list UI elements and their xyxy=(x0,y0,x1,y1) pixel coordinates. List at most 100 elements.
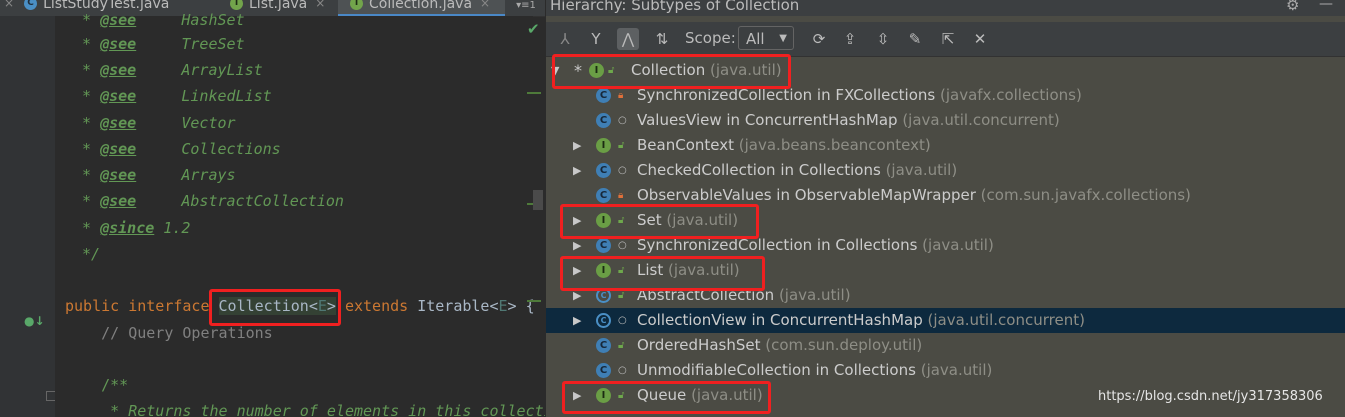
implemented-by-icon[interactable]: ●↓ xyxy=(24,314,45,328)
class-icon: C xyxy=(596,338,611,353)
code-editor[interactable]: × C ListStudyTest.java I List.java × I C… xyxy=(0,0,545,417)
tree-node-collection[interactable]: ▼ * I 🔓︎ Collection (java.util) xyxy=(546,58,1345,83)
code-line: */ xyxy=(73,245,101,263)
code-line: * @see Arrays xyxy=(73,166,236,184)
comment-line: // Query Operations xyxy=(65,324,273,342)
hierarchy-tree[interactable]: ▼ * I 🔓︎ Collection (java.util) C 🔒︎ Synch… xyxy=(546,58,1345,417)
refresh-icon[interactable]: ⟳ xyxy=(808,28,830,50)
package-private-icon: ○ xyxy=(618,240,627,251)
node-package: (javafx.collections) xyxy=(939,86,1082,104)
tree-node[interactable]: C ○ UnmodifiableCollection in Collections … xyxy=(546,358,1345,383)
class-hierarchy-icon[interactable]: ⋀ xyxy=(617,28,639,50)
class-icon: C xyxy=(596,88,611,103)
public-icon: 🔓︎ xyxy=(618,265,625,276)
interface-icon: I xyxy=(596,388,611,403)
expand-toggle-icon[interactable]: ▶ xyxy=(573,383,581,408)
node-name: ObservableValues in ObservableMapWrapper xyxy=(637,186,976,204)
node-package: (com.sun.deploy.util) xyxy=(765,336,923,354)
doc-comment-open: /** xyxy=(65,376,129,394)
node-package: (java.beans.beancontext) xyxy=(738,136,931,154)
tree-node[interactable]: ▶ C ○ CollectionView in ConcurrentHashMap (… xyxy=(546,308,1345,333)
pin-icon[interactable]: ✎ xyxy=(904,28,926,50)
private-lock-icon: 🔒︎ xyxy=(618,90,624,101)
class-icon: C xyxy=(596,238,611,253)
subtype-hierarchy-icon[interactable]: Y xyxy=(585,28,607,50)
code-line: * @see HashSet xyxy=(73,11,245,29)
tab-label: List.java xyxy=(249,0,308,12)
package-private-icon: ○ xyxy=(618,165,627,176)
collapse-all-icon[interactable]: ⇳ xyxy=(872,28,894,50)
code-line: * @see Vector xyxy=(73,114,236,132)
node-package: (java.util) xyxy=(691,386,763,404)
code-area[interactable]: * @see HashSet * @see TreeSet * @see Arr… xyxy=(55,11,545,417)
node-package: (java.util) xyxy=(885,161,958,179)
package-private-icon: ○ xyxy=(618,365,627,376)
package-private-icon: ○ xyxy=(618,315,627,326)
public-icon: 🔓︎ xyxy=(618,140,625,151)
tree-node[interactable]: ▶ I 🔓︎ List (java.util) xyxy=(546,258,1345,283)
abstract-class-icon: C xyxy=(596,288,611,303)
node-name: Queue xyxy=(637,386,687,404)
base-marker: * xyxy=(574,61,582,80)
tab-close-icon[interactable]: × xyxy=(4,0,14,10)
code-line: * @since 1.2 xyxy=(73,219,191,237)
chevron-down-icon: ▼ xyxy=(779,33,787,44)
tree-node[interactable]: ▶ I 🔓︎ BeanContext (java.beans.beancontext) xyxy=(546,133,1345,158)
class-icon: C xyxy=(24,0,38,10)
tree-node[interactable]: C ○ ValuesView in ConcurrentHashMap (java.… xyxy=(546,108,1345,133)
node-package: (java.util) xyxy=(709,61,782,79)
gear-icon[interactable]: ⚙ xyxy=(1286,0,1299,14)
abstract-class-icon: C xyxy=(596,313,611,328)
tab-list-menu-icon[interactable]: ▾≡1 xyxy=(507,0,545,16)
change-marker xyxy=(527,92,541,94)
expand-toggle-icon[interactable]: ▶ xyxy=(573,308,581,333)
expand-toggle-icon[interactable]: ▶ xyxy=(573,133,581,158)
node-name: ValuesView in ConcurrentHashMap xyxy=(637,111,898,129)
node-name: CollectionView in ConcurrentHashMap xyxy=(637,311,923,329)
tree-node[interactable]: ▶ I 🔓︎ Set (java.util) xyxy=(546,208,1345,233)
inspection-ok-icon[interactable]: ✔ xyxy=(527,20,540,38)
tree-node[interactable]: C 🔓︎ OrderedHashSet (com.sun.deploy.util) xyxy=(546,333,1345,358)
code-line: * @see LinkedList xyxy=(73,87,272,105)
node-package: (java.util) xyxy=(920,361,993,379)
tab-collection-java[interactable]: I Collection.java × xyxy=(338,0,505,16)
expand-toggle-icon[interactable]: ▶ xyxy=(573,233,581,258)
node-package: (java.util) xyxy=(778,286,851,304)
public-icon: 🔓︎ xyxy=(608,65,615,76)
scope-select[interactable]: All ▼ xyxy=(738,26,794,50)
tab-label: Collection.java xyxy=(369,0,473,12)
node-name: Set xyxy=(637,211,662,229)
doc-comment-line: * Returns the number of elements in this… xyxy=(65,402,545,417)
export-icon[interactable]: ⇪ xyxy=(839,28,861,50)
node-name: AbstractCollection xyxy=(637,286,775,304)
tab-close-icon[interactable]: × xyxy=(315,0,325,10)
expand-toggle-icon[interactable]: ▶ xyxy=(573,258,581,283)
sort-alphabetically-icon[interactable]: ⇅ xyxy=(651,28,673,50)
node-name: BeanContext xyxy=(637,136,734,154)
autoscroll-icon[interactable]: ⇱ xyxy=(937,28,959,50)
code-line: * @see TreeSet xyxy=(73,35,245,53)
editor-scrollbar-thumb[interactable] xyxy=(533,190,543,210)
class-icon: C xyxy=(596,188,611,203)
minimize-icon[interactable]: — xyxy=(1319,0,1333,12)
expand-toggle-icon[interactable]: ▼ xyxy=(551,58,559,83)
close-icon[interactable]: ✕ xyxy=(969,28,991,50)
expand-toggle-icon[interactable]: ▶ xyxy=(573,283,581,308)
node-name: SynchronizedCollection in FXCollections xyxy=(637,86,936,104)
tree-node[interactable]: ▶ C ○ CheckedCollection in Collections (jav… xyxy=(546,158,1345,183)
node-package: (java.util.concurrent) xyxy=(927,311,1085,329)
tree-node[interactable]: C 🔒︎ SynchronizedCollection in FXCollectio… xyxy=(546,83,1345,108)
supertype-hierarchy-icon[interactable]: ⅄ xyxy=(554,28,576,50)
tree-node[interactable]: C 🔒︎ ObservableValues in ObservableMapWrap… xyxy=(546,183,1345,208)
node-package: (com.sun.javafx.collections) xyxy=(980,186,1191,204)
interface-icon: I xyxy=(596,263,611,278)
watermark: https://blog.csdn.net/jy317358306 xyxy=(1098,389,1323,404)
tab-close-icon[interactable]: × xyxy=(480,0,490,10)
expand-toggle-icon[interactable]: ▶ xyxy=(573,158,581,183)
node-package: (java.util.concurrent) xyxy=(902,111,1060,129)
expand-toggle-icon[interactable]: ▶ xyxy=(573,208,581,233)
node-name: SynchronizedCollection in Collections xyxy=(637,236,918,254)
tree-node[interactable]: ▶ C ○ SynchronizedCollection in Collections… xyxy=(546,233,1345,258)
node-name: UnmodifiableCollection in Collections xyxy=(637,361,916,379)
tree-node[interactable]: ▶ C 🔓︎ AbstractCollection (java.util) xyxy=(546,283,1345,308)
